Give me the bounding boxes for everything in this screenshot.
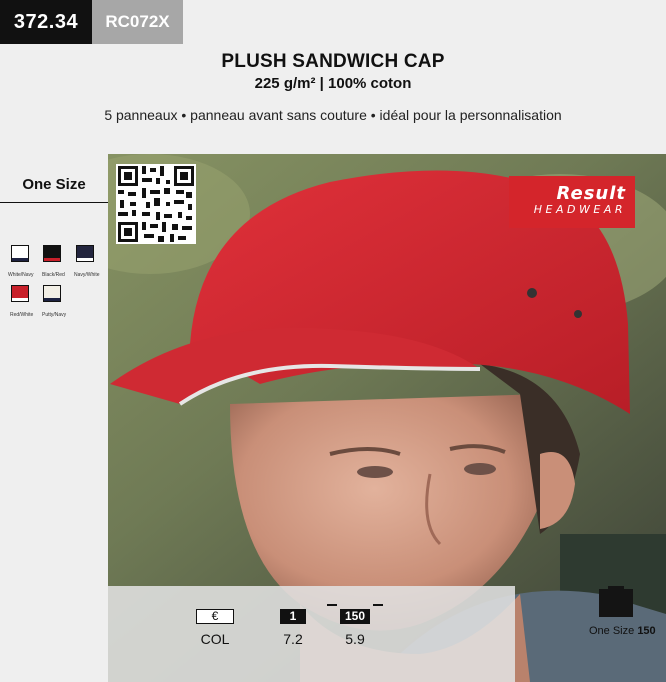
product-header: PLUSH SANDWICH CAP 225 g/m² | 100% coton… [0, 52, 666, 124]
product-ref: RC072X [92, 0, 183, 44]
color-swatch-white-navy [11, 245, 29, 262]
brand-name: Result [556, 183, 626, 204]
price-150: 5.9 [345, 631, 365, 647]
color-label-black-red: Black/Red [42, 272, 65, 278]
color-label-red-white: Red/White [10, 312, 34, 318]
size-color-panel: One Size [0, 154, 108, 682]
top-bar: 372.34 RC072X [0, 0, 183, 44]
col-label: COL [200, 631, 230, 647]
color-label-navy-white: Navy/White [74, 272, 100, 278]
color-label-white-navy: White/Navy [8, 272, 34, 278]
product-title: PLUSH SANDWICH CAP [221, 51, 445, 72]
size-divider [0, 202, 108, 203]
color-swatch-putty-navy [43, 285, 61, 302]
tick-right [373, 604, 383, 606]
page-code: 372.34 [0, 0, 92, 44]
product-description: 5 panneaux • panneau avant sans couture … [104, 107, 562, 123]
brand-line: HEADWEAR [533, 203, 626, 216]
tick-left [327, 604, 337, 606]
price-one: 7.2 [283, 631, 303, 647]
carton-qty: 150 [637, 625, 656, 637]
carton-box-icon [599, 586, 633, 617]
color-swatch-red-white [11, 285, 29, 302]
brand-logo: Result HEADWEAR [509, 176, 635, 228]
product-subtitle: 225 g/m² | 100% coton [254, 75, 412, 92]
color-swatch-navy-white [76, 245, 94, 262]
color-label-putty-navy: Putty/Navy [42, 312, 67, 318]
color-swatch-black-red [43, 245, 61, 262]
qr-code[interactable] [116, 164, 196, 244]
info-panel: € COL 1 7.2 150 5.9 [108, 586, 515, 682]
euro-icon: € [196, 609, 234, 624]
hundred-fifty-icon: 150 [340, 609, 370, 624]
size-label: One Size [22, 176, 86, 193]
one-unit-icon: 1 [280, 609, 306, 624]
carton-size: One Size [589, 625, 635, 637]
carton-caption: One Size 150 [589, 625, 656, 637]
